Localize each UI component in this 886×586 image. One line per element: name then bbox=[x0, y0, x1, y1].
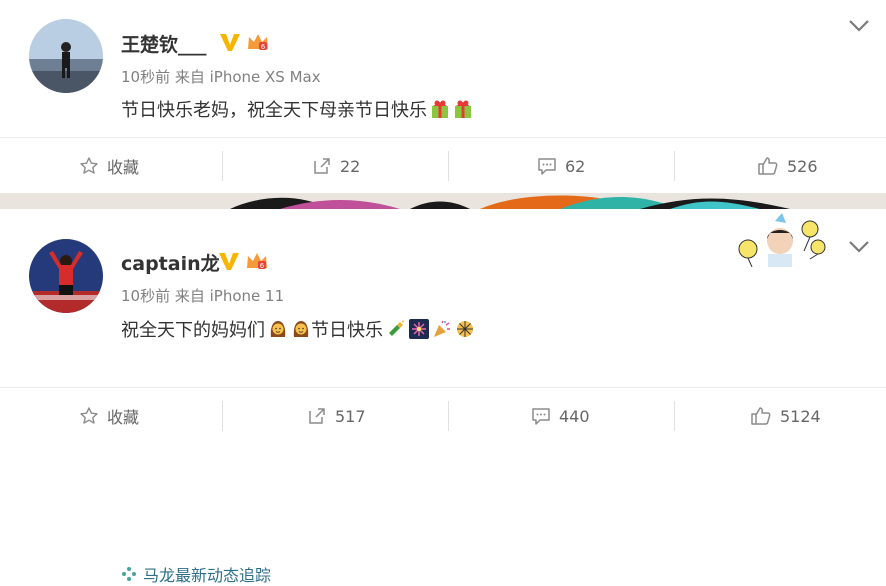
topic-dots-icon bbox=[122, 567, 136, 581]
svg-text:6: 6 bbox=[260, 262, 265, 270]
card-decoration-sticker bbox=[730, 211, 830, 268]
action-bar: 收藏 517 440 5124 bbox=[0, 387, 886, 444]
repost-button[interactable]: 22 bbox=[312, 138, 360, 194]
avatar[interactable] bbox=[29, 19, 103, 93]
repost-icon bbox=[314, 158, 330, 174]
gift-icon bbox=[455, 100, 471, 118]
divider bbox=[448, 401, 449, 431]
action-bar: 收藏 22 62 526 bbox=[0, 137, 886, 194]
divider bbox=[448, 151, 449, 181]
svg-text:6: 6 bbox=[261, 43, 266, 51]
sparkler-icon bbox=[457, 321, 473, 337]
thumbs-up-icon bbox=[751, 407, 771, 425]
divider bbox=[674, 401, 675, 431]
like-button[interactable]: 5124 bbox=[750, 388, 821, 444]
favorite-button[interactable]: 收藏 bbox=[79, 388, 139, 444]
comment-icon bbox=[538, 158, 556, 175]
verified-v-icon bbox=[219, 253, 239, 270]
champagne-icon bbox=[389, 320, 404, 336]
avatar[interactable] bbox=[29, 239, 103, 313]
vip-crown-icon: 6 bbox=[247, 253, 267, 270]
divider bbox=[674, 151, 675, 181]
post-text: 节日快乐老妈，祝全天下母亲节日快乐 bbox=[121, 96, 473, 122]
post-meta: 10秒前 来自 iPhone 11 bbox=[121, 287, 285, 305]
comment-button[interactable]: 440 bbox=[531, 388, 590, 444]
chevron-down-icon[interactable] bbox=[847, 239, 871, 255]
verified-v-icon bbox=[220, 34, 240, 51]
woman-icon bbox=[293, 321, 309, 337]
fireworks-icon bbox=[409, 319, 429, 339]
star-icon bbox=[80, 157, 98, 174]
post-card: 王楚钦___ 6 10秒前 来自 iPhone XS Max 节日快乐老妈，祝全… bbox=[0, 0, 886, 193]
post-meta: 10秒前 来自 iPhone XS Max bbox=[121, 68, 321, 86]
background-illustration-strip bbox=[0, 193, 886, 209]
party-popper-icon bbox=[434, 320, 450, 337]
like-button[interactable]: 526 bbox=[757, 138, 818, 194]
divider bbox=[222, 151, 223, 181]
divider bbox=[222, 401, 223, 431]
star-icon bbox=[80, 407, 98, 424]
gift-icon bbox=[432, 100, 448, 118]
username[interactable]: 王楚钦___ bbox=[121, 30, 207, 57]
topic-link[interactable]: 马龙最新动态追踪 bbox=[121, 562, 271, 586]
username[interactable]: captain龙 bbox=[121, 249, 220, 276]
chevron-down-icon[interactable] bbox=[847, 18, 871, 34]
repost-button[interactable]: 517 bbox=[307, 388, 366, 444]
vip-crown-icon: 6 bbox=[248, 34, 268, 51]
comment-icon bbox=[532, 408, 550, 425]
post-card: captain龙 6 10秒前 来自 iPhone 11 祝全天下的妈妈们 节日快… bbox=[0, 209, 886, 585]
post-text: 祝全天下的妈妈们 节日快乐 bbox=[121, 316, 475, 342]
favorite-button[interactable]: 收藏 bbox=[79, 138, 139, 194]
comment-button[interactable]: 62 bbox=[537, 138, 585, 194]
repost-icon bbox=[309, 408, 325, 424]
woman-icon bbox=[270, 321, 286, 337]
thumbs-up-icon bbox=[758, 157, 778, 175]
